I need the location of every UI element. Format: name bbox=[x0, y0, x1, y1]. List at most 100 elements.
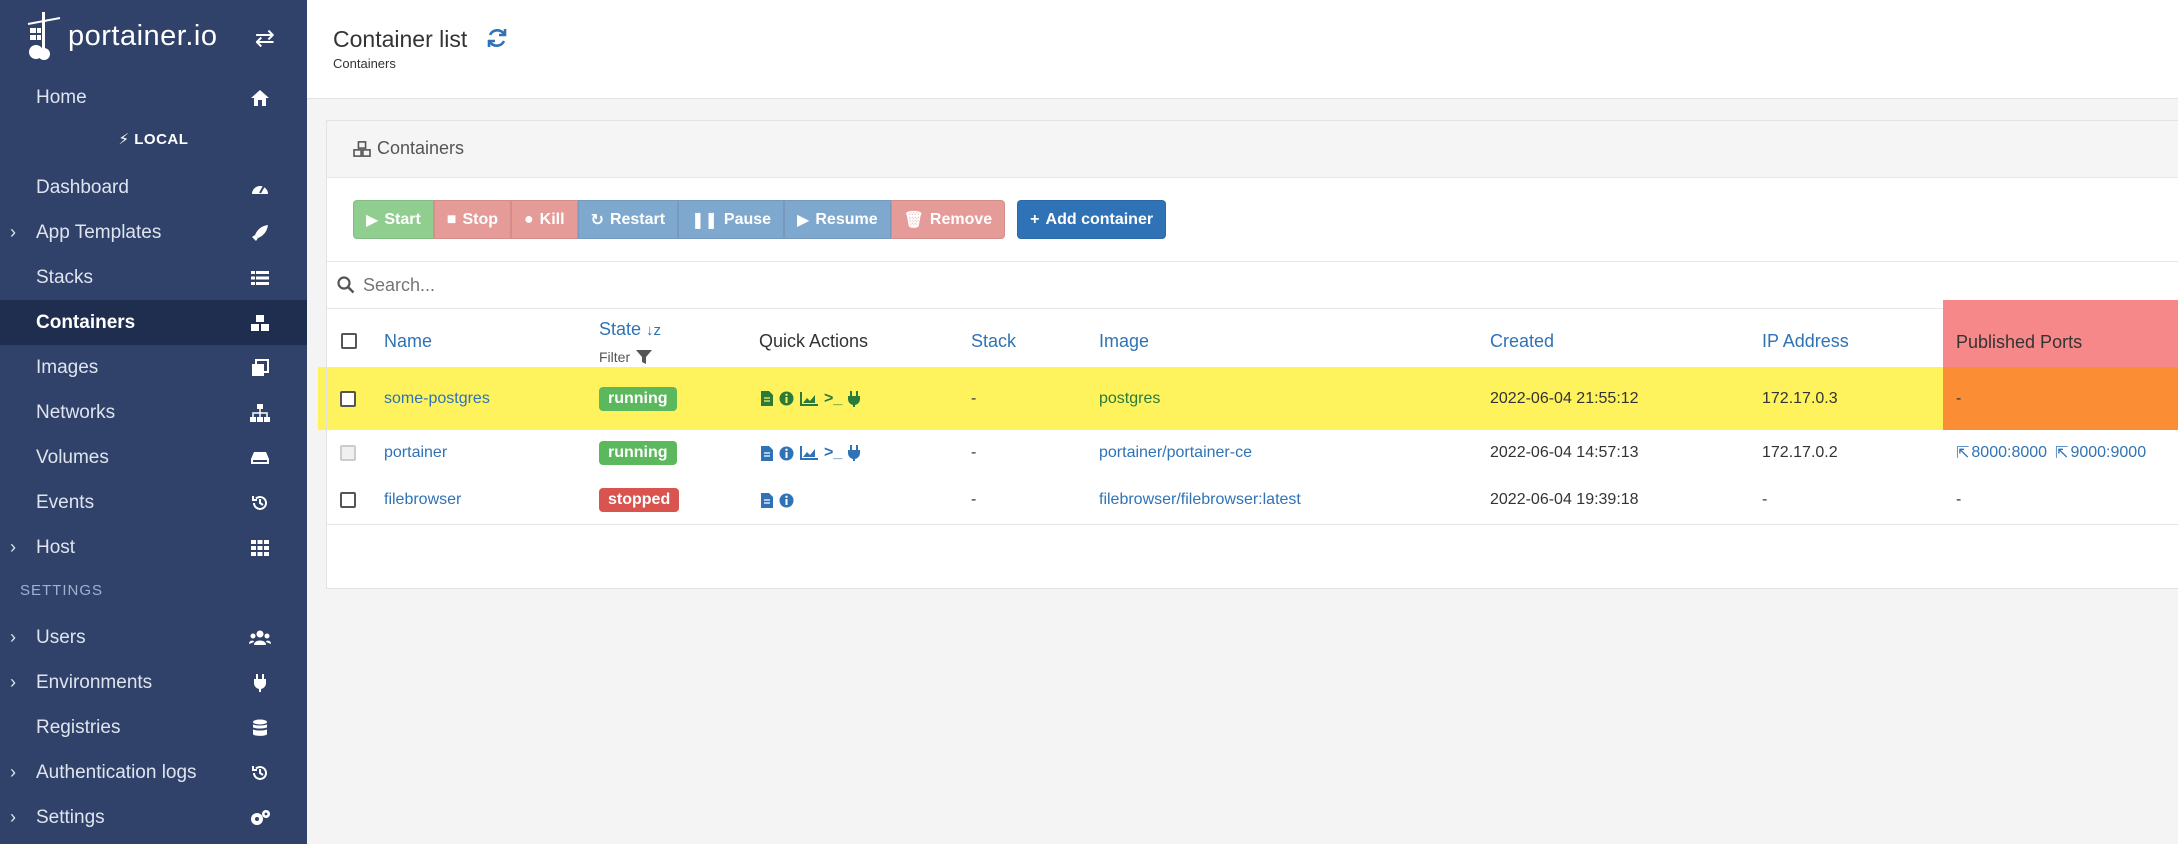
sidebar-item-stacks[interactable]: Stacks bbox=[0, 255, 307, 300]
sidebar-item-label: Containers bbox=[36, 311, 136, 333]
sidebar-item-events[interactable]: Events bbox=[0, 480, 307, 525]
container-name-link[interactable]: some-postgres bbox=[384, 367, 490, 430]
resume-button[interactable]: ▶ Resume bbox=[784, 200, 891, 239]
terminal-icon[interactable]: >_ bbox=[824, 390, 842, 408]
ip-address-cell: 172.17.0.3 bbox=[1762, 389, 1838, 407]
settings-section-heading: SETTINGS bbox=[20, 582, 104, 599]
sidebar-item-dashboard[interactable]: Dashboard bbox=[0, 165, 307, 210]
stop-icon: ■ bbox=[446, 210, 457, 228]
created-cell: 2022-06-04 21:55:12 bbox=[1490, 389, 1639, 407]
stack-cell: - bbox=[971, 491, 977, 508]
kill-button[interactable]: ● Kill bbox=[510, 200, 578, 239]
port-link[interactable]: ⇱ 9000:9000 bbox=[2055, 443, 2146, 463]
image-link[interactable]: postgres bbox=[1099, 367, 1160, 430]
status-badge: running bbox=[599, 441, 677, 465]
pause-button-label: Pause bbox=[723, 210, 772, 228]
row-checkbox[interactable] bbox=[340, 492, 356, 508]
stop-button[interactable]: ■ Stop bbox=[433, 200, 511, 239]
external-link-icon: ⇱ bbox=[1956, 445, 1970, 462]
info-icon[interactable] bbox=[779, 391, 794, 406]
sidebar-item-app-templates[interactable]: › App Templates bbox=[0, 210, 307, 255]
resume-button-label: Resume bbox=[815, 210, 878, 228]
info-icon[interactable] bbox=[779, 446, 794, 461]
sidebar-item-label: Events bbox=[36, 491, 95, 513]
filter-icon bbox=[636, 350, 653, 364]
file-icon[interactable] bbox=[761, 391, 773, 406]
chart-icon[interactable] bbox=[800, 391, 818, 406]
published-ports-cell-highlight: - bbox=[1943, 367, 2178, 430]
plug-icon[interactable] bbox=[848, 445, 861, 461]
search-input[interactable] bbox=[361, 273, 965, 297]
ip-address-cell: - bbox=[1762, 491, 1768, 508]
port-link[interactable]: ⇱ 8000:8000 bbox=[1956, 443, 2047, 463]
restart-button[interactable]: ↻ Restart bbox=[577, 200, 679, 239]
play-icon: ▶ bbox=[366, 211, 379, 229]
table-row: some-postgres running >_ - postgres 2022… bbox=[327, 367, 1943, 431]
tachometer-icon bbox=[249, 177, 271, 199]
sidebar-item-home[interactable]: Home bbox=[0, 75, 307, 120]
column-header-created[interactable]: Created bbox=[1490, 331, 1554, 352]
sidebar-item-users[interactable]: › Users bbox=[0, 615, 307, 660]
sidebar-item-registries[interactable]: Registries bbox=[0, 705, 307, 750]
history-icon bbox=[249, 492, 271, 514]
pause-button[interactable]: ❚❚ Pause bbox=[678, 200, 785, 239]
chevron-right-icon: › bbox=[10, 762, 16, 782]
column-header-image[interactable]: Image bbox=[1099, 331, 1149, 352]
rocket-icon bbox=[249, 222, 271, 244]
column-header-state-label: State bbox=[599, 319, 642, 339]
search-icon bbox=[337, 276, 355, 294]
stop-button-label: Stop bbox=[462, 210, 498, 228]
restart-button-label: Restart bbox=[609, 210, 666, 228]
database-icon bbox=[249, 717, 271, 739]
sidebar-item-label: App Templates bbox=[36, 221, 162, 243]
file-icon[interactable] bbox=[761, 445, 773, 461]
select-all-checkbox[interactable] bbox=[341, 333, 357, 349]
users-icon bbox=[249, 627, 271, 649]
port-link-label: 9000:9000 bbox=[2070, 444, 2147, 461]
sidebar-item-host[interactable]: › Host bbox=[0, 525, 307, 570]
terminal-icon[interactable]: >_ bbox=[824, 444, 842, 462]
chevron-right-icon: › bbox=[10, 672, 16, 692]
state-filter[interactable]: Filter bbox=[599, 349, 653, 365]
sidebar-item-images[interactable]: Images bbox=[0, 345, 307, 390]
published-ports-cell: ⇱ 8000:8000 ⇱ 9000:9000 bbox=[1956, 430, 2154, 476]
status-badge: running bbox=[599, 386, 677, 411]
sidebar-item-label: Settings bbox=[36, 806, 105, 828]
info-icon[interactable] bbox=[779, 493, 794, 508]
sort-icon: ↓z bbox=[646, 322, 662, 339]
plug-icon[interactable] bbox=[848, 390, 861, 407]
home-icon bbox=[249, 87, 271, 109]
remove-button[interactable]: 🗑︎ Remove bbox=[890, 200, 1006, 239]
column-header-ip-address[interactable]: IP Address bbox=[1762, 331, 1849, 352]
brand[interactable]: portainer.io bbox=[24, 6, 218, 66]
sidebar-item-volumes[interactable]: Volumes bbox=[0, 435, 307, 480]
refresh-icon[interactable] bbox=[485, 26, 509, 50]
column-header-state[interactable]: State ↓z bbox=[599, 319, 661, 340]
column-header-stack[interactable]: Stack bbox=[971, 331, 1016, 352]
search-bar bbox=[327, 261, 2178, 309]
chart-icon[interactable] bbox=[800, 446, 818, 460]
exchange-icon[interactable]: ⇄ bbox=[255, 24, 275, 53]
sidebar-item-label: Networks bbox=[36, 401, 116, 423]
container-name-link[interactable]: filebrowser bbox=[384, 477, 461, 523]
container-name-link[interactable]: portainer bbox=[384, 430, 447, 476]
image-link[interactable]: portainer/portainer-ce bbox=[1099, 430, 1252, 476]
sidebar-item-settings[interactable]: › Settings bbox=[0, 795, 307, 840]
sidebar-item-networks[interactable]: Networks bbox=[0, 390, 307, 435]
sidebar-item-authentication-logs[interactable]: › Authentication logs bbox=[0, 750, 307, 795]
environment-name: ⚡︎ LOCAL bbox=[0, 130, 307, 148]
table-row: portainer running >_ - portainer/portain… bbox=[327, 430, 2178, 478]
sidebar-item-label: Stacks bbox=[36, 266, 94, 288]
file-icon[interactable] bbox=[761, 492, 773, 508]
portainer-logo-icon bbox=[27, 12, 61, 60]
row-checkbox[interactable] bbox=[340, 390, 356, 407]
start-button[interactable]: ▶ Start bbox=[353, 200, 434, 239]
widget-title: Containers bbox=[353, 138, 464, 159]
sidebar-item-environments[interactable]: › Environments bbox=[0, 660, 307, 705]
chevron-right-icon: › bbox=[10, 537, 16, 557]
sidebar-item-containers[interactable]: Containers bbox=[0, 300, 307, 345]
column-header-name[interactable]: Name bbox=[384, 331, 432, 352]
image-link[interactable]: filebrowser/filebrowser:latest bbox=[1099, 477, 1301, 523]
add-container-button[interactable]: + Add container bbox=[1017, 200, 1167, 239]
widget-title-label: Containers bbox=[377, 138, 465, 158]
